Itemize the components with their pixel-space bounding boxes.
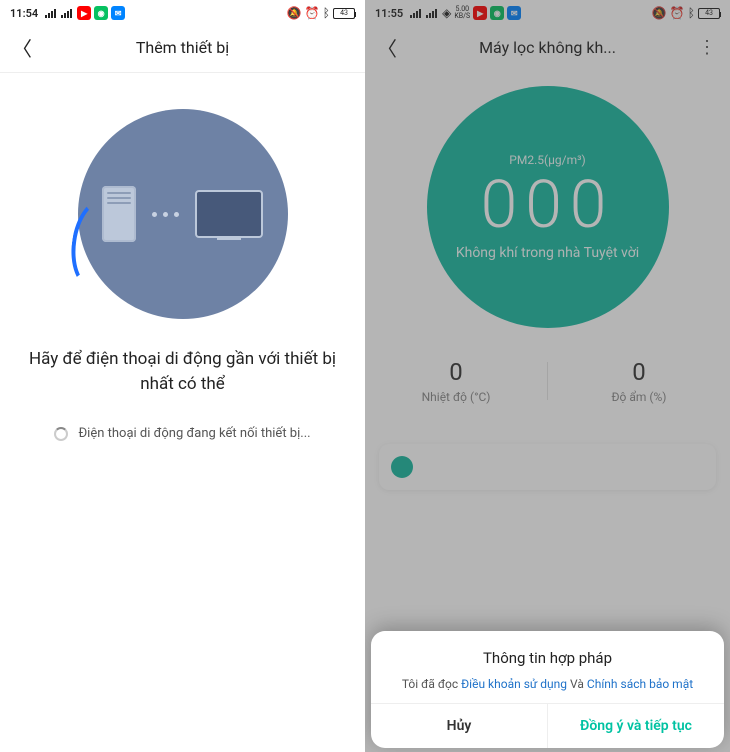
sheet-text-prefix: Tôi đã đọc — [402, 677, 461, 691]
screenshot-right: 11:55 ◈ 5.00 KB/S ▶ ◉ ✉ 🔕 ⏰ ᛒ 43 〈 — [365, 0, 730, 752]
instruction-text: Hãy để điện thoại di động gần với thiết … — [0, 319, 365, 396]
terms-link[interactable]: Điều khoản sử dụng — [461, 677, 567, 691]
battery-level: 43 — [340, 9, 348, 17]
screenshot-left: 11:54 ▶ ◉ ✉ 🔕 ⏰ ᛒ 43 〈 Thêm thiết bị Hãy… — [0, 0, 365, 752]
legal-info-sheet: Thông tin hợp pháp Tôi đã đọc Điều khoản… — [371, 631, 724, 748]
back-button[interactable]: 〈 — [12, 33, 32, 62]
bluetooth-icon: ᛒ — [323, 6, 330, 20]
agree-button[interactable]: Đồng ý và tiếp tục — [547, 704, 724, 748]
status-bar: 11:54 ▶ ◉ ✉ 🔕 ⏰ ᛒ 43 — [0, 0, 365, 26]
page-title: Thêm thiết bị — [0, 38, 365, 57]
sheet-text-mid: Và — [567, 677, 587, 691]
sheet-actions: Hủy Đồng ý và tiếp tục — [371, 703, 724, 748]
line-icon: ◉ — [94, 6, 108, 20]
content: Hãy để điện thoại di động gần với thiết … — [0, 73, 365, 441]
sheet-title: Thông tin hợp pháp — [387, 649, 708, 667]
mute-icon: 🔕 — [287, 6, 302, 20]
privacy-link[interactable]: Chính sách bảo mật — [587, 677, 693, 691]
connecting-status: Điện thoại di động đang kết nối thiết bị… — [32, 396, 332, 441]
signal-bars-icon — [61, 9, 72, 18]
device-icon — [195, 190, 263, 238]
messenger-icon: ✉ — [111, 6, 125, 20]
connecting-status-label: Điện thoại di động đang kết nối thiết bị… — [78, 426, 310, 441]
connecting-dots-icon — [152, 212, 179, 217]
spinner-icon — [54, 427, 68, 441]
youtube-icon: ▶ — [77, 6, 91, 20]
sheet-text: Tôi đã đọc Điều khoản sử dụng Và Chính s… — [387, 677, 708, 691]
signal-bars-icon — [45, 9, 56, 18]
battery-icon: 43 — [333, 8, 355, 19]
status-time: 11:54 — [10, 7, 38, 20]
pairing-illustration — [78, 109, 288, 319]
app-bar: 〈 Thêm thiết bị — [0, 26, 365, 68]
cancel-button[interactable]: Hủy — [371, 704, 547, 748]
alarm-icon: ⏰ — [305, 6, 320, 20]
